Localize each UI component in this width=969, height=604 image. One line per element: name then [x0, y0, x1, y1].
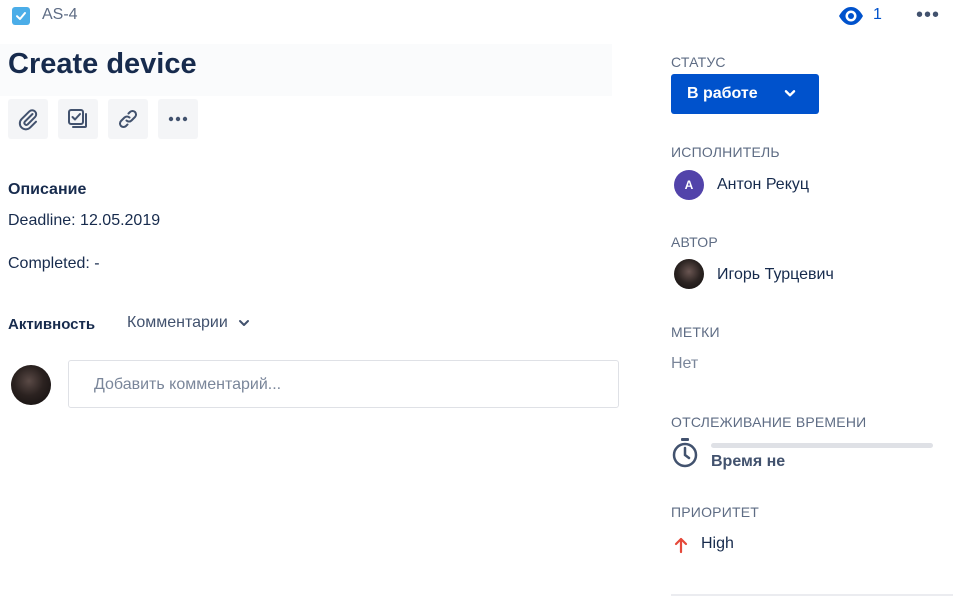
add-subtask-button[interactable] — [58, 99, 98, 139]
assignee-name[interactable]: Антон Рекуц — [717, 176, 809, 194]
arrow-up-icon — [673, 536, 689, 554]
stopwatch-icon — [671, 437, 699, 469]
reporter-label: АВТОР — [671, 234, 718, 250]
reporter-avatar — [674, 259, 704, 289]
activity-filter-label: Комментарии — [127, 314, 228, 331]
eye-icon[interactable] — [838, 6, 864, 26]
issue-key-link[interactable]: AS-4 — [42, 6, 78, 24]
priority-value[interactable]: High — [701, 535, 734, 553]
activity-filter-dropdown[interactable]: Комментарии — [127, 314, 250, 332]
status-button[interactable]: В работе — [671, 74, 819, 114]
comment-placeholder: Добавить комментарий... — [94, 376, 282, 393]
issue-title[interactable]: Create device — [8, 48, 197, 81]
description-label: Описание — [8, 181, 87, 198]
chevron-down-icon — [238, 320, 249, 326]
link-icon — [118, 109, 138, 129]
time-tracking-label: ОТСЛЕЖИВАНИЕ ВРЕМЕНИ — [671, 414, 867, 430]
more-icon — [168, 116, 188, 122]
priority-label: ПРИОРИТЕТ — [671, 504, 759, 520]
assignee-label: ИСПОЛНИТЕЛЬ — [671, 144, 780, 160]
current-user-avatar — [11, 365, 51, 405]
more-actions-button[interactable] — [158, 99, 198, 139]
time-tracking-value[interactable]: Время не — [711, 453, 785, 471]
assignee-avatar: A — [674, 170, 704, 200]
activity-label: Активность — [8, 316, 96, 333]
time-tracking-bar[interactable] — [711, 443, 933, 448]
watch-count[interactable]: 1 — [873, 6, 882, 24]
more-icon[interactable]: ••• — [916, 5, 940, 25]
status-label: СТАТУС — [671, 54, 726, 70]
description-line[interactable]: Deadline: 12.05.2019 — [8, 212, 160, 230]
labels-value[interactable]: Нет — [671, 355, 698, 373]
issue-type-icon[interactable] — [12, 7, 30, 25]
comment-input[interactable]: Добавить комментарий... — [68, 360, 619, 408]
subtask-icon — [68, 109, 87, 128]
attach-button[interactable] — [8, 99, 48, 139]
description-line[interactable]: Completed: - — [8, 255, 100, 273]
chevron-down-icon — [784, 90, 796, 97]
divider — [671, 594, 953, 596]
link-issue-button[interactable] — [108, 99, 148, 139]
status-value: В работе — [687, 85, 758, 102]
labels-label: МЕТКИ — [671, 324, 720, 340]
reporter-name[interactable]: Игорь Турцевич — [717, 266, 834, 284]
attachment-icon — [18, 109, 38, 131]
